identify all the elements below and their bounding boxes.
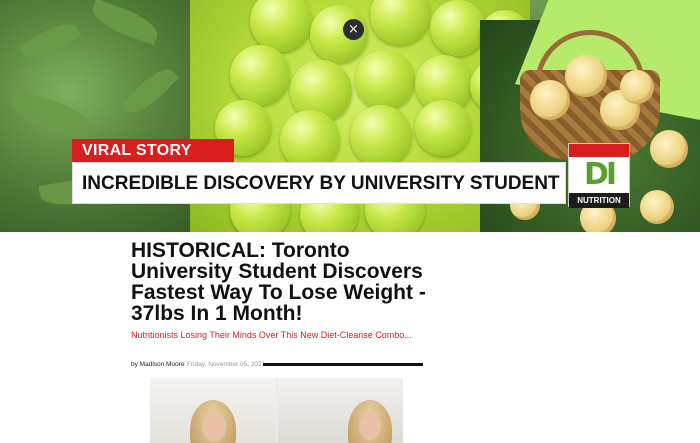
logo-name: NUTRITION [569, 193, 629, 208]
byline: by Madison Moore Friday, November 05, 20… [131, 360, 423, 370]
di-nutrition-logo: DI NUTRITION [568, 143, 630, 208]
after-photo [278, 378, 403, 443]
logo-mark: DI [583, 157, 617, 192]
article-title: HISTORICAL: Toronto University Student D… [131, 239, 426, 325]
article-subtitle: Nutritionists Losing Their Minds Over Th… [131, 330, 412, 340]
viral-story-tag: VIRAL STORY [72, 139, 234, 163]
before-photo [150, 378, 276, 443]
garcinia-fruit [565, 55, 607, 97]
garcinia-fruit [530, 80, 570, 120]
publish-date: Friday, November 05, 2021 [187, 361, 266, 368]
garcinia-fruit [620, 70, 654, 104]
garcinia-fruit [650, 130, 688, 168]
garcinia-fruit [640, 190, 674, 224]
byline-divider [263, 363, 423, 366]
hero-banner[interactable]: VIRAL STORY INCREDIBLE DISCOVERY BY UNIV… [0, 0, 700, 232]
article-header: HISTORICAL: Toronto University Student D… [131, 240, 431, 340]
author-link[interactable]: by Madison Moore [131, 361, 184, 368]
banner-headline: INCREDIBLE DISCOVERY BY UNIVERSITY STUDE… [72, 162, 566, 204]
before-after-photo [150, 378, 403, 443]
close-icon[interactable]: × [343, 19, 364, 40]
